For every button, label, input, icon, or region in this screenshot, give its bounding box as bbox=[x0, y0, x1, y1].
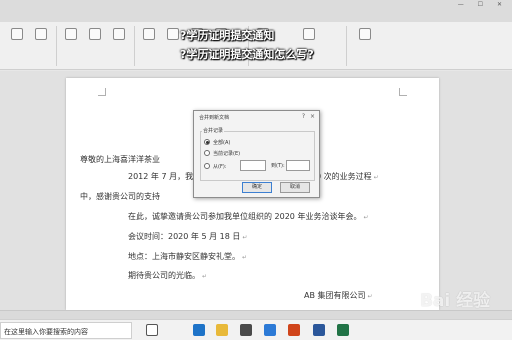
cancel-button[interactable]: 取消 bbox=[280, 182, 310, 193]
app-icon[interactable] bbox=[288, 324, 300, 336]
finish-merge-icon bbox=[359, 28, 371, 40]
label-icon bbox=[35, 28, 47, 40]
ribbon-button[interactable] bbox=[8, 28, 26, 48]
doc-line: 在此，诚挚邀请贵公司参加我单位组织的 2020 年业务洽谈年会。 ↵ bbox=[128, 212, 369, 221]
edit-list-icon bbox=[113, 28, 125, 40]
doc-line: AB 集团有限公司 ↵ bbox=[304, 291, 373, 300]
dialog-title: 合并到新文档 bbox=[199, 115, 230, 121]
radio-icon bbox=[204, 150, 210, 156]
start-merge-icon bbox=[65, 28, 77, 40]
file-explorer-icon[interactable] bbox=[216, 324, 228, 336]
ribbon-button[interactable] bbox=[140, 28, 158, 48]
from-record-input[interactable] bbox=[240, 160, 266, 171]
merge-to-new-document-dialog: 合并到新文档 ? × 合并记录 全部(A) 当前记录(E) 从(F): 到(T)… bbox=[193, 110, 320, 198]
merge-records-label: 合并记录 bbox=[202, 127, 225, 134]
check-errors-icon bbox=[303, 28, 315, 40]
radio-all[interactable]: 全部(A) bbox=[204, 138, 230, 146]
status-bar bbox=[0, 310, 512, 319]
select-recipients-icon bbox=[89, 28, 101, 40]
doc-line: 2012 年 7 月，我 bbox=[128, 172, 194, 181]
radio-current-record[interactable]: 当前记录(E) bbox=[204, 149, 240, 157]
headline-line-1: ?学历证明提交通知 bbox=[180, 29, 275, 42]
help-button[interactable]: ? bbox=[302, 113, 305, 120]
highlight-fields-icon bbox=[143, 28, 155, 40]
radio-icon bbox=[204, 163, 210, 169]
doc-line: 中，感谢贵公司的支持 bbox=[80, 192, 160, 201]
doc-line: 尊敬的上海喜洋洋茶业 bbox=[80, 155, 160, 164]
edge-icon[interactable] bbox=[193, 324, 205, 336]
doc-line: 地点：上海市静安区静安礼堂。 ↵ bbox=[128, 252, 248, 261]
headline-line-2: ?学历证明提交通知怎么写? bbox=[180, 48, 314, 61]
mail-icon[interactable] bbox=[264, 324, 276, 336]
group-separator bbox=[56, 26, 57, 66]
title-bar: — ☐ ✕ bbox=[0, 0, 512, 12]
doc-line: 期待贵公司的光临。 ↵ bbox=[128, 271, 208, 280]
close-button[interactable]: × bbox=[310, 113, 315, 120]
to-record-input[interactable] bbox=[286, 160, 310, 171]
doc-line: 会议时间：2020 年 5 月 18 日 ↵ bbox=[128, 232, 248, 241]
ribbon-button[interactable] bbox=[110, 28, 128, 48]
doc-line: 0 次的业务过程 ↵ bbox=[316, 172, 379, 181]
radio-from[interactable]: 从(F): bbox=[204, 162, 226, 170]
watermark: Bai 经验 bbox=[420, 291, 491, 311]
ribbon-tab-bar bbox=[0, 12, 512, 22]
margin-corner bbox=[399, 88, 407, 96]
ok-button[interactable]: 确定 bbox=[242, 182, 272, 193]
envelope-icon bbox=[11, 28, 23, 40]
ribbon-button[interactable] bbox=[86, 28, 104, 48]
radio-selected-icon bbox=[204, 139, 210, 145]
task-view-icon[interactable] bbox=[146, 324, 158, 336]
taskbar: 在这里输入你要搜索的内容 bbox=[0, 319, 512, 340]
ribbon-button[interactable] bbox=[32, 28, 50, 48]
store-icon[interactable] bbox=[240, 324, 252, 336]
group-separator bbox=[134, 26, 135, 66]
ribbon-button[interactable] bbox=[300, 28, 318, 48]
excel-icon[interactable] bbox=[337, 324, 349, 336]
ribbon-button[interactable] bbox=[356, 28, 374, 48]
ribbon-button[interactable] bbox=[62, 28, 80, 48]
group-separator bbox=[346, 26, 347, 66]
taskbar-search-input[interactable]: 在这里输入你要搜索的内容 bbox=[0, 322, 132, 339]
window-controls[interactable]: — ☐ ✕ bbox=[458, 1, 508, 8]
address-block-icon bbox=[167, 28, 179, 40]
margin-corner bbox=[98, 88, 106, 96]
to-label: 到(T): bbox=[271, 163, 285, 169]
word-icon[interactable] bbox=[313, 324, 325, 336]
